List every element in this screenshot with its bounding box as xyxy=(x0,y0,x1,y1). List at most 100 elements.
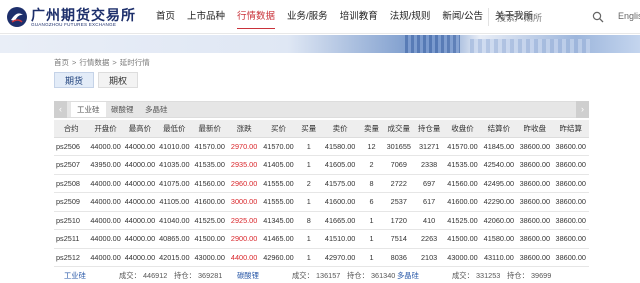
nav-item-2[interactable]: 行情数据 xyxy=(231,0,281,34)
table-cell: 41040.00 xyxy=(157,211,192,230)
search-icon[interactable] xyxy=(592,11,604,23)
contract-cell: ps2508 xyxy=(54,174,89,193)
table-cell: 42015.00 xyxy=(157,248,192,267)
table-cell: 42540.00 xyxy=(480,155,518,175)
table-cell: 44000.00 xyxy=(122,137,158,156)
table-cell: 1 xyxy=(296,248,321,267)
table-cell: 2900.00 xyxy=(227,229,261,249)
table-cell: 41525.00 xyxy=(444,211,481,230)
summary-product-link[interactable]: 工业硅 xyxy=(64,271,86,281)
table-cell: 41465.00 xyxy=(260,229,297,249)
table-cell: 44000.00 xyxy=(88,192,123,212)
column-header: 卖量 xyxy=(359,120,384,138)
summary-oi-label: 持仓： xyxy=(174,271,196,280)
nav-item-3[interactable]: 业务/服务 xyxy=(281,0,334,34)
table-cell: 1 xyxy=(296,137,321,156)
table-cell: 44000.00 xyxy=(122,192,158,212)
summary-product-link[interactable]: 多晶硅 xyxy=(397,271,419,281)
table-cell: 38600.00 xyxy=(552,192,589,212)
table-cell: 8 xyxy=(359,174,384,193)
subtab-product-0[interactable]: 工业硅 xyxy=(71,102,106,117)
breadcrumb-item[interactable]: 延时行情 xyxy=(120,58,150,67)
table-cell: 2925.00 xyxy=(227,211,261,230)
column-header: 最新价 xyxy=(191,120,228,138)
nav-item-6[interactable]: 新闻/公告 xyxy=(436,0,489,34)
market-tabs: 期货 期权 xyxy=(54,72,142,88)
subtab-product-1[interactable]: 碳酸锂 xyxy=(105,102,140,117)
table-cell: 38600.00 xyxy=(517,155,553,175)
table-cell: 31271 xyxy=(413,137,445,156)
table-row[interactable]: ps2509 44000.00 44000.00 41105.00 41600.00 30… xyxy=(54,192,589,212)
table-cell: 410 xyxy=(413,211,445,230)
breadcrumb-item[interactable]: 行情数据 xyxy=(79,58,109,67)
table-cell: 1 xyxy=(359,211,384,230)
site-header: 广州期货交易所 GUANGZHOU FUTURES EXCHANGE 首页 上市品… xyxy=(0,0,640,34)
table-cell: 2960.00 xyxy=(227,174,261,193)
table-cell: 41580.00 xyxy=(320,137,360,156)
nav-item-5[interactable]: 法规/规则 xyxy=(384,0,437,34)
table-cell: 2103 xyxy=(413,248,445,267)
table-cell: 40865.00 xyxy=(157,229,192,249)
table-row[interactable]: ps2512 44000.00 44000.00 42015.00 43000.00 44… xyxy=(54,248,589,267)
chevron-left-icon[interactable]: ‹ xyxy=(54,101,67,118)
nav-item-1[interactable]: 上市品种 xyxy=(181,0,231,34)
table-cell: 38600.00 xyxy=(552,155,589,175)
table-cell: 41580.00 xyxy=(480,229,518,249)
table-row[interactable]: ps2511 44000.00 44000.00 40865.00 41500.00 29… xyxy=(54,229,589,249)
summary-volume-label: 成交： xyxy=(119,271,141,280)
exchange-logo[interactable]: 广州期货交易所 GUANGZHOU FUTURES EXCHANGE xyxy=(6,5,136,31)
column-header: 最低价 xyxy=(157,120,192,138)
table-row[interactable]: ps2506 44000.00 44000.00 41010.00 41570.00 29… xyxy=(54,137,589,156)
table-cell: 44000.00 xyxy=(122,229,158,249)
table-cell: 617 xyxy=(413,192,445,212)
contract-cell: ps2506 xyxy=(54,137,89,156)
table-row[interactable]: ps2507 43950.00 44000.00 41035.00 41535.00 29… xyxy=(54,155,589,175)
contract-cell: ps2512 xyxy=(54,248,89,267)
nav-item-4[interactable]: 培训教育 xyxy=(334,0,384,34)
column-header: 开盘价 xyxy=(88,120,123,138)
table-cell: 7069 xyxy=(383,155,414,175)
table-cell: 43110.00 xyxy=(480,248,518,267)
table-cell: 42060.00 xyxy=(480,211,518,230)
breadcrumb-item[interactable]: 首页 xyxy=(54,58,69,67)
summary-volume-label: 成交： xyxy=(292,271,314,280)
table-cell: 38600.00 xyxy=(517,174,553,193)
table-cell: 38600.00 xyxy=(517,248,553,267)
table-cell: 41555.00 xyxy=(260,174,297,193)
tab-0[interactable]: 期货 xyxy=(54,72,95,88)
table-row[interactable]: ps2510 44000.00 44000.00 41040.00 41525.00 29… xyxy=(54,211,589,230)
table-cell: 41570.00 xyxy=(191,137,228,156)
table-cell: 1 xyxy=(359,248,384,267)
table-cell: 41035.00 xyxy=(157,155,192,175)
summary-product-link[interactable]: 碳酸锂 xyxy=(237,271,259,281)
table-cell: 44000.00 xyxy=(122,174,158,193)
nav-item-0[interactable]: 首页 xyxy=(150,0,181,34)
summary-volume-value: 331253 xyxy=(476,271,501,280)
table-cell: 44000.00 xyxy=(88,137,123,156)
table-cell: 2263 xyxy=(413,229,445,249)
tab-1[interactable]: 期权 xyxy=(98,72,139,88)
table-cell: 44000.00 xyxy=(88,211,123,230)
search-box xyxy=(488,8,608,27)
chevron-right-icon[interactable]: › xyxy=(576,101,589,118)
summary-oi-value: 369281 xyxy=(198,271,223,280)
search-input[interactable] xyxy=(497,9,587,27)
table-cell: 38600.00 xyxy=(552,248,589,267)
language-switch[interactable]: English xyxy=(618,11,640,21)
table-cell: 7514 xyxy=(383,229,414,249)
table-cell: 44000.00 xyxy=(122,211,158,230)
table-row[interactable]: ps2508 44000.00 44000.00 41075.00 41560.00 29… xyxy=(54,174,589,193)
table-cell: 43000.00 xyxy=(444,248,481,267)
table-cell: 8 xyxy=(296,211,321,230)
subtab-product-2[interactable]: 多晶硅 xyxy=(139,102,174,117)
table-cell: 44000.00 xyxy=(88,229,123,249)
table-cell: 41600.00 xyxy=(320,192,360,212)
table-cell: 42290.00 xyxy=(480,192,518,212)
table-header-row: 合约 开盘价 最高价 最低价 最新价 涨跌 买价 买量 卖价 卖量 成交量 持仓量 收盘价 结算价 昨收盘昨… xyxy=(54,120,589,138)
table-cell: 38600.00 xyxy=(552,137,589,156)
logo-mark-icon xyxy=(7,7,27,27)
main-nav: 首页 上市品种 行情数据 业务/服务 培训教育 法规/规则 新闻/公告 关于我所 xyxy=(150,0,539,34)
summary-volume-label: 成交： xyxy=(452,271,474,280)
table-cell: 43000.00 xyxy=(191,248,228,267)
column-header: 成交量 xyxy=(383,120,414,138)
